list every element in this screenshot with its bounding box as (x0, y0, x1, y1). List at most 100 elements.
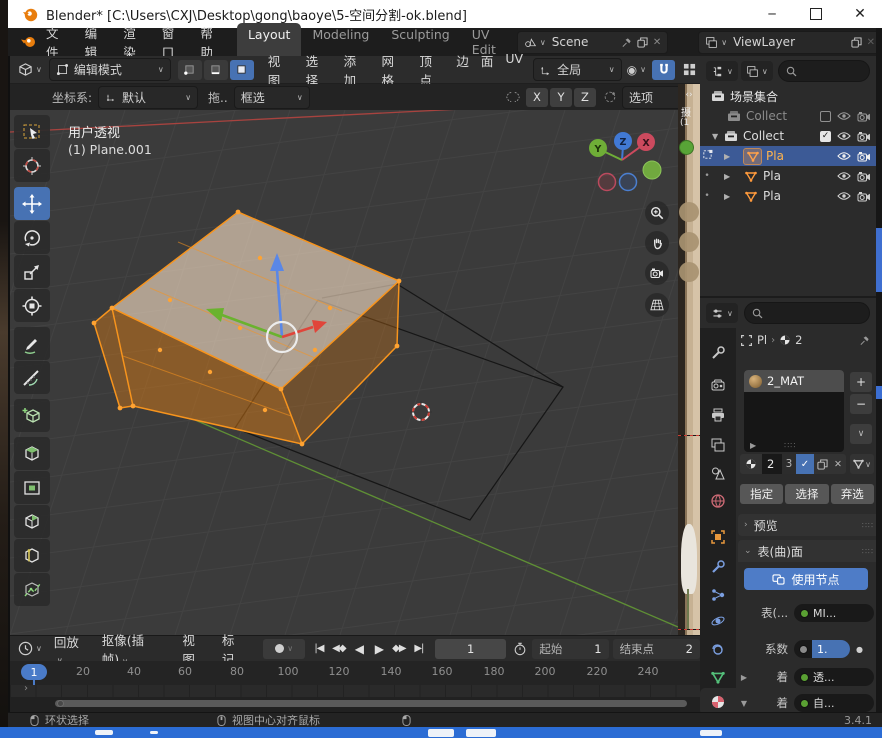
tool-add-cube[interactable] (14, 399, 50, 432)
pin-icon[interactable] (621, 37, 632, 48)
remove-slot-button[interactable]: − (850, 394, 872, 414)
hide-eye-icon[interactable] (837, 191, 851, 201)
camera-view-button[interactable] (645, 261, 669, 285)
blender-menu-icon[interactable] (20, 35, 38, 49)
assign-button[interactable]: 指定 (740, 484, 783, 504)
menu-face[interactable]: 面 (475, 51, 500, 89)
timeline-ruler[interactable]: 20 40 60 80 100 120 140 160 180 200 220 … (10, 661, 700, 685)
unlink-scene-icon[interactable]: ✕ (653, 37, 661, 48)
expand-arrow-icon[interactable]: ▶ (714, 172, 735, 181)
tool-inset[interactable] (14, 471, 50, 504)
material-name-field[interactable]: 2 (762, 454, 782, 474)
tool-loop-cut[interactable] (14, 539, 50, 572)
snap-toggle[interactable] (652, 60, 676, 80)
expand-arrow-icon[interactable]: ▶ (714, 192, 735, 201)
collapse-arrow-icon[interactable]: ▼ (712, 132, 723, 141)
outliner-filter[interactable]: ∨ (741, 61, 773, 81)
maximize-button[interactable] (794, 0, 838, 28)
jump-start-button[interactable]: |◀ (309, 639, 329, 659)
auto-key-button[interactable]: ∨ (263, 639, 304, 659)
close-button[interactable]: ✕ (838, 0, 882, 28)
tool-annotate[interactable] (14, 327, 50, 360)
menu-uv[interactable]: UV (499, 51, 529, 89)
tool-measure[interactable] (14, 361, 50, 394)
add-slot-button[interactable]: + (850, 372, 872, 392)
mirror-z-button[interactable]: Z (574, 88, 596, 107)
tab-output[interactable] (700, 402, 736, 428)
browse-material-button[interactable] (740, 454, 762, 474)
tab-particles[interactable] (700, 582, 736, 608)
minimize-button[interactable]: ─ (750, 0, 794, 28)
tab-view-layer[interactable] (700, 432, 736, 458)
tool-cursor[interactable] (14, 149, 50, 182)
slot-specials-button[interactable]: ∨ (850, 424, 872, 444)
properties-search[interactable] (744, 302, 870, 324)
tool-scale[interactable] (14, 255, 50, 288)
outliner-row-collection-1[interactable]: Collect (700, 106, 876, 126)
play-reverse-button[interactable]: ◀ (349, 639, 369, 659)
jump-end-button[interactable]: ▶| (409, 639, 429, 659)
tab-physics[interactable] (700, 608, 736, 634)
pan-button[interactable] (645, 231, 669, 255)
expand-arrow-icon[interactable]: ▶ (714, 152, 735, 161)
tool-extrude[interactable] (14, 437, 50, 470)
use-nodes-button[interactable]: 使用节点 (744, 568, 868, 590)
breadcrumb-object[interactable]: Pl (757, 333, 767, 347)
tool-move[interactable] (14, 187, 50, 220)
stopwatch-icon[interactable] (513, 642, 527, 656)
strip-pan-icon[interactable] (679, 232, 699, 252)
users-count-button[interactable]: 3 (782, 454, 796, 474)
exclude-checkbox[interactable]: ✓ (820, 131, 831, 142)
render-camera-icon[interactable] (857, 171, 871, 182)
menu-edge[interactable]: 边 (450, 51, 475, 89)
select-mode-vertex[interactable] (178, 60, 202, 80)
select-button[interactable]: 选择 (785, 484, 828, 504)
select-mode-edge[interactable] (204, 60, 228, 80)
select-mode-face[interactable] (230, 60, 254, 80)
menu-vertex[interactable]: 顶点 (412, 51, 450, 89)
timeline-hscrollbar[interactable] (55, 700, 687, 707)
outliner-search[interactable] (778, 60, 870, 82)
orient-dropdown[interactable]: 默认∨ (98, 86, 198, 109)
shader1-socket[interactable]: 透... (794, 668, 874, 686)
tab-constraints[interactable] (700, 636, 736, 662)
copy-material-button[interactable] (814, 454, 830, 474)
tool-transform[interactable] (14, 289, 50, 322)
tab-object[interactable] (700, 524, 736, 550)
next-key-button[interactable]: ◆▶ (389, 639, 409, 659)
hide-eye-icon[interactable] (837, 171, 851, 181)
tab-modifiers[interactable] (700, 554, 736, 580)
outliner-row-object-2[interactable]: • ▶ Pla (700, 166, 876, 186)
panel-grip[interactable]: ∷∷ (862, 547, 874, 556)
scroll-end-knob[interactable] (57, 700, 64, 707)
outliner-row-scene-collection[interactable]: 场景集合 (700, 86, 876, 106)
zoom-button[interactable] (645, 201, 669, 225)
pivot-dropdown[interactable]: ◉∨ (627, 63, 646, 77)
tool-rotate[interactable] (14, 221, 50, 254)
material-slot-row[interactable]: 2_MAT (744, 370, 844, 392)
preview-panel-header[interactable]: › 预览 ∷∷ (738, 514, 876, 536)
strip-zoom-icon[interactable] (679, 202, 699, 222)
surface-shader-socket[interactable]: MI... (794, 604, 874, 622)
snap-with-dropdown[interactable] (678, 63, 700, 76)
list-grip[interactable]: ∷∷ (784, 441, 796, 450)
exclude-checkbox[interactable] (820, 111, 831, 122)
playhead-marker[interactable]: 1 (21, 664, 47, 680)
collapse-arrow-icon[interactable]: ▼ (738, 699, 750, 708)
viewport-3d[interactable]: Z X Y 用户透视 (1) Plane.001 (10, 110, 678, 635)
outliner-display-mode[interactable]: ∨ (706, 61, 738, 81)
play-button[interactable]: ▶ (369, 639, 389, 659)
prev-key-button[interactable]: ◀◆ (329, 639, 349, 659)
viewlayer-selector[interactable]: ∨ ViewLayer ✕ (698, 31, 882, 54)
mirror-x-button[interactable]: X (526, 88, 548, 107)
frame-start-field[interactable]: 起始 1 (532, 639, 608, 659)
hide-eye-icon[interactable] (837, 111, 851, 121)
tab-tool[interactable] (700, 340, 736, 366)
outliner-row-object-1[interactable]: ▶ Pla (700, 146, 876, 166)
tab-object-data[interactable] (700, 664, 736, 690)
hide-eye-icon[interactable] (837, 131, 851, 141)
menu-add[interactable]: 添加 (337, 51, 375, 89)
remove-viewlayer-icon[interactable]: ✕ (867, 37, 875, 48)
material-specials-button[interactable]: ∨ (850, 454, 874, 474)
surface-panel-header[interactable]: ⌄ 表(曲)面 ∷∷ (738, 540, 876, 562)
